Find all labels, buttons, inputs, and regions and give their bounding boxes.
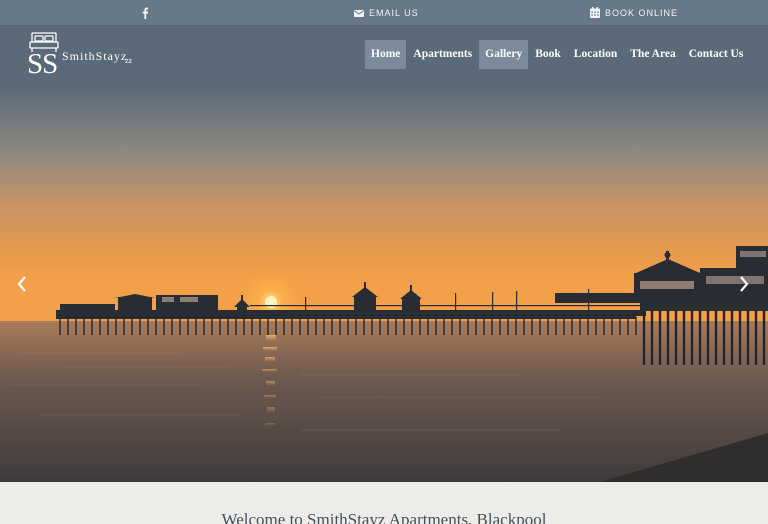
calendar-icon [590, 7, 600, 18]
chevron-right-icon[interactable] [737, 275, 751, 293]
hero-slider [0, 85, 768, 482]
book-online-link[interactable]: BOOK ONLINE [590, 7, 678, 18]
logo-monogram: SS [27, 48, 58, 80]
email-us-link[interactable]: EMAIL US [354, 8, 419, 18]
nav-book[interactable]: Book [529, 40, 567, 69]
nav-gallery[interactable]: Gallery [479, 40, 529, 69]
nav-contact-us[interactable]: Contact Us [683, 40, 750, 69]
welcome-heading: Welcome to SmithStayz Apartments, Blackp… [221, 510, 547, 524]
main-header: SS SmithStayz zz Home Apartments Gallery… [0, 25, 768, 85]
envelope-icon [354, 9, 364, 17]
facebook-icon[interactable] [140, 7, 150, 19]
nav-home[interactable]: Home [365, 40, 407, 69]
main-nav: Home Apartments Gallery Book Location Th… [365, 40, 750, 69]
welcome-section: Welcome to SmithStayz Apartments, Blackp… [0, 482, 768, 524]
nav-apartments[interactable]: Apartments [407, 40, 478, 69]
email-us-label: EMAIL US [369, 8, 419, 18]
site-logo[interactable]: SS SmithStayz zz [27, 31, 157, 81]
logo-brand-name: SmithStayz [62, 49, 128, 63]
book-online-label: BOOK ONLINE [605, 7, 679, 18]
nav-location[interactable]: Location [568, 40, 623, 69]
chevron-left-icon[interactable] [15, 275, 29, 293]
top-bar: EMAIL US BOOK ONLINE [0, 0, 768, 25]
hero-image [0, 85, 768, 482]
logo-suffix-text: zz [125, 56, 133, 65]
logo-suffix: zz [125, 56, 133, 65]
nav-the-area[interactable]: The Area [624, 40, 681, 69]
